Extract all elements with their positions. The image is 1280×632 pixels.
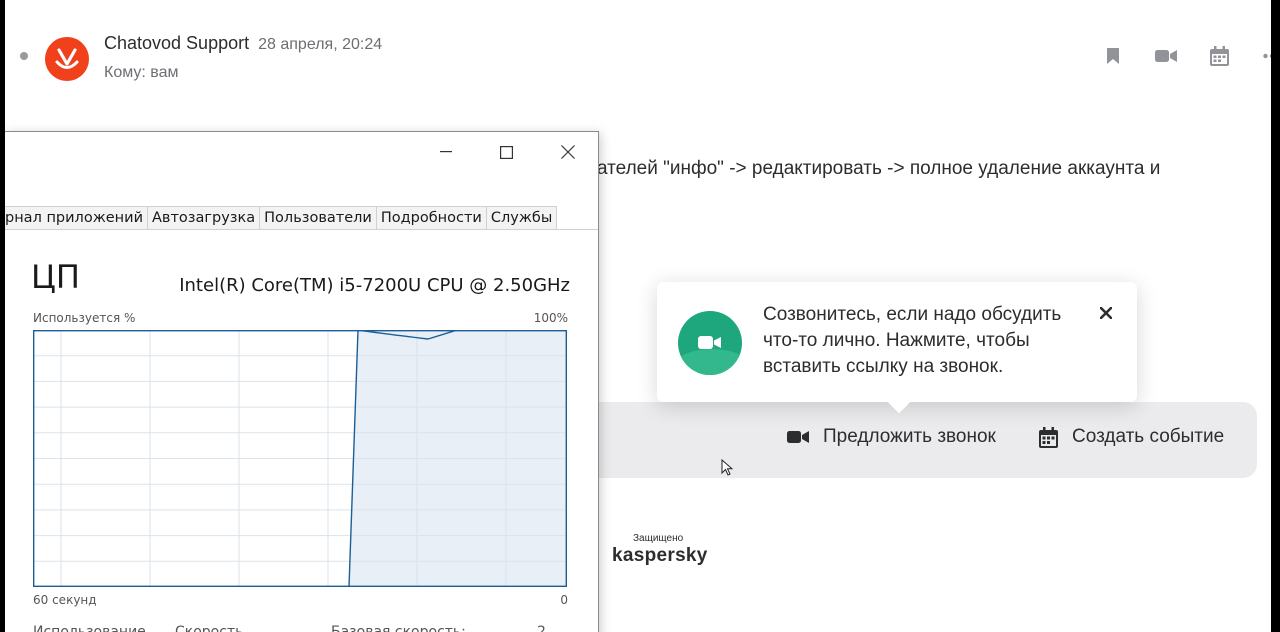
create-event-label: Создать событие: [1072, 426, 1225, 447]
stat-base-speed-label: Базовая скорость:: [331, 624, 466, 632]
stat-usage-label: Использование: [33, 624, 146, 632]
more-icon[interactable]: [1260, 44, 1271, 68]
tab-app-history[interactable]: рнал приложений: [5, 206, 149, 230]
tab-services[interactable]: Службы: [486, 206, 558, 230]
tabs-divider: [5, 229, 598, 230]
calendar-icon[interactable]: [1207, 44, 1231, 68]
tab-users[interactable]: Пользователи: [260, 206, 377, 230]
time-end-label: 0: [560, 593, 568, 607]
create-event-button[interactable]: Создать событие: [1039, 426, 1224, 448]
video-camera-icon[interactable]: [1154, 44, 1178, 68]
unread-indicator[interactable]: [20, 52, 28, 60]
minimize-button[interactable]: [415, 132, 476, 172]
recipient-line: Кому: вам: [104, 64, 179, 81]
mouse-cursor-icon: [721, 459, 733, 476]
time-span-label: 60 секунд: [33, 593, 97, 607]
minimize-icon: [439, 151, 452, 153]
task-manager-tabs: рнал приложений Автозагрузка Пользовател…: [5, 206, 558, 230]
maximize-button[interactable]: [476, 132, 537, 172]
tooltip-text: Созвонитесь, если надо обсудить что-то л…: [763, 304, 1062, 377]
call-tooltip[interactable]: Созвонитесь, если надо обсудить что-то л…: [657, 282, 1137, 414]
stat-base-speed-value: 2: [537, 624, 546, 632]
video-call-icon: [678, 311, 742, 375]
message-actions: [1101, 44, 1271, 68]
message-body-text: ателей "инфо" -> редактировать -> полное…: [597, 158, 1161, 179]
utilization-max: 100%: [533, 311, 568, 325]
cpu-title: ЦП: [31, 258, 80, 296]
bookmark-icon[interactable]: [1101, 44, 1125, 68]
tab-startup[interactable]: Автозагрузка: [148, 206, 261, 230]
video-camera-icon: [787, 431, 809, 443]
maximize-icon: [500, 145, 513, 159]
window-controls: [415, 132, 598, 172]
tab-details[interactable]: Подробности: [376, 206, 487, 230]
close-window-button[interactable]: [537, 132, 598, 172]
suggest-call-label: Предложить звонок: [823, 426, 996, 447]
cpu-model: Intel(R) Core(TM) i5-7200U CPU @ 2.50GHz: [179, 275, 570, 296]
suggest-call-button[interactable]: Предложить звонок: [787, 426, 996, 448]
close-icon: [560, 145, 575, 159]
sender-line: Chatovod Support 28 апреля, 20:24: [104, 33, 382, 54]
calendar-icon: [1039, 426, 1058, 448]
call-actions-bar: Предложить звонок Создать событие: [597, 402, 1257, 478]
close-icon[interactable]: [1098, 305, 1114, 321]
protected-label: Защищено: [633, 533, 684, 544]
sender-name[interactable]: Chatovod Support: [104, 33, 249, 53]
avatar[interactable]: [45, 37, 89, 81]
task-manager-window: рнал приложений Автозагрузка Пользовател…: [5, 131, 599, 632]
stat-speed-label: Скорость: [175, 624, 244, 632]
message-date: 28 апреля, 20:24: [258, 36, 383, 53]
chatovod-logo-icon: [55, 48, 79, 69]
kaspersky-logo: kaspersky: [612, 545, 708, 566]
mail-reader: Chatovod Support 28 апреля, 20:24 Кому: …: [5, 0, 1271, 632]
utilization-label: Используется %: [33, 311, 136, 325]
cpu-usage-graph: [33, 330, 567, 587]
